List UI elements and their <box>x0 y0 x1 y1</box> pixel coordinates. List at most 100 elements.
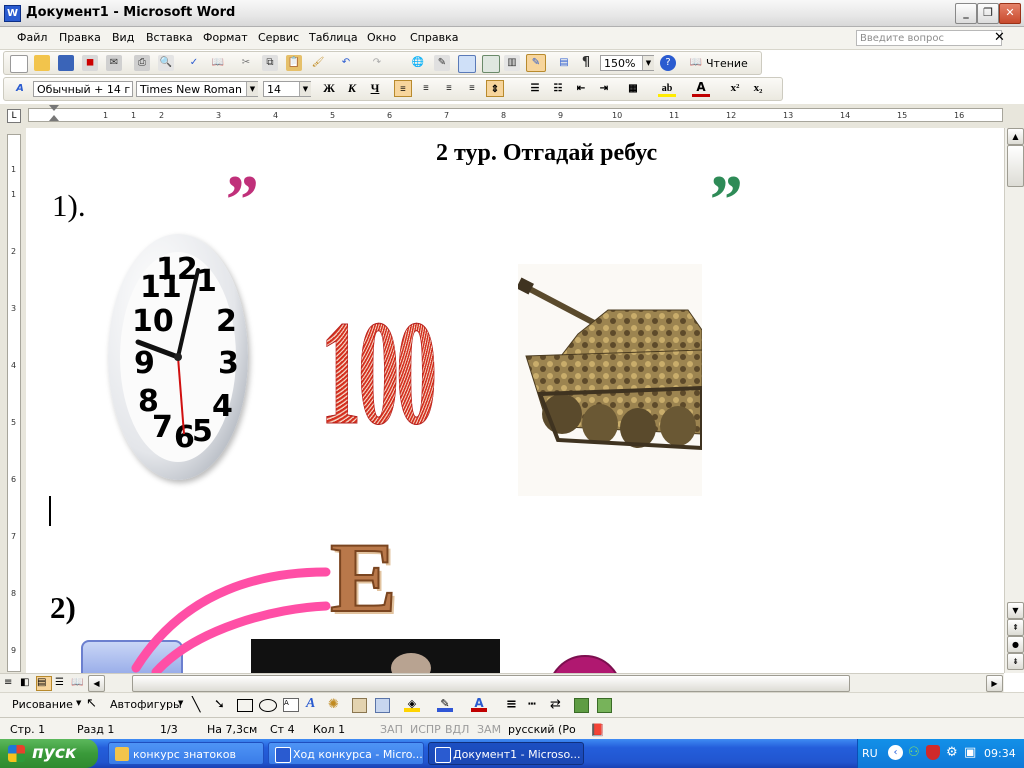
shadow-style-icon[interactable] <box>574 698 589 713</box>
restore-button[interactable]: ❐ <box>977 3 999 24</box>
copy-icon[interactable]: ⧉ <box>262 55 278 71</box>
menu-table[interactable]: Таблица <box>309 31 358 44</box>
status-record[interactable]: ЗАП <box>380 723 403 736</box>
highlight-button[interactable]: ab <box>658 80 676 97</box>
wordart-tool-icon[interactable]: A <box>306 696 315 712</box>
permission-icon[interactable]: ◼ <box>82 55 98 71</box>
drawing-toggle-icon[interactable]: ✎ <box>526 54 546 72</box>
scroll-left-icon[interactable]: ◀ <box>88 675 105 692</box>
ruler-strip[interactable]: 1 1 2 3 4 5 6 7 8 9 10 11 12 13 14 15 16 <box>28 105 1003 122</box>
open-icon[interactable] <box>34 55 50 71</box>
document-map-icon[interactable]: ▤ <box>556 55 572 71</box>
read-mode-icon[interactable]: 📖 <box>688 55 704 71</box>
align-right-button[interactable]: ≡ <box>440 80 458 97</box>
print-layout-icon[interactable]: ▤ <box>36 676 52 691</box>
select-objects-icon[interactable]: ↖ <box>86 696 97 711</box>
normal-view-icon[interactable]: ≡ <box>4 677 16 689</box>
research-icon[interactable]: 📖 <box>210 55 226 71</box>
scroll-thumb[interactable] <box>1007 145 1024 187</box>
status-track-changes[interactable]: ИСПР <box>410 723 441 736</box>
oval-tool-icon[interactable] <box>259 699 277 712</box>
cut-icon[interactable]: ✂ <box>238 55 254 71</box>
superscript-button[interactable]: x² <box>726 80 744 97</box>
document-page[interactable]: 2 тур. Отгадай ребус 1). ” ” 12 1 2 3 4 … <box>26 128 1004 673</box>
paste-icon[interactable]: 📋 <box>286 55 302 71</box>
status-extend[interactable]: ВДЛ <box>445 723 469 736</box>
style-select[interactable]: Обычный + 14 г <box>33 81 133 97</box>
select-browse-object-icon[interactable]: ● <box>1007 636 1024 653</box>
email-icon[interactable]: ✉ <box>106 55 122 71</box>
line-style-icon[interactable]: ≡ <box>506 697 517 712</box>
align-center-button[interactable]: ≡ <box>417 80 435 97</box>
language-indicator[interactable]: RU <box>862 747 878 760</box>
task-word-doc[interactable]: Ход конкурса - Micro... <box>268 742 424 765</box>
picture-tool-icon[interactable] <box>375 698 390 713</box>
size-dropdown-icon[interactable]: ▼ <box>299 82 311 96</box>
columns-icon[interactable]: ▥ <box>504 55 520 71</box>
font-select[interactable]: Times New Roman <box>136 81 258 97</box>
arrow-style-icon[interactable]: ⇄ <box>550 697 561 712</box>
autoshapes-button[interactable]: Автофигуры <box>110 698 182 711</box>
increase-indent-button[interactable]: ⇥ <box>595 80 613 97</box>
bullets-button[interactable]: ☷ <box>549 80 567 97</box>
arrow-tool-icon[interactable]: ➘ <box>214 697 225 712</box>
zoom-dropdown-icon[interactable]: ▼ <box>642 56 654 70</box>
3d-style-icon[interactable] <box>597 698 612 713</box>
tray-arrow-icon[interactable]: ‹ <box>888 745 903 760</box>
scroll-right-icon[interactable]: ▶ <box>986 675 1003 692</box>
display-icon[interactable]: ▣ <box>964 745 976 760</box>
menu-help[interactable]: Справка <box>410 31 458 44</box>
draw-menu-button[interactable]: Рисование <box>12 698 73 711</box>
menu-tools[interactable]: Сервис <box>258 31 299 44</box>
spelling-status-icon[interactable]: 📕 <box>590 723 605 737</box>
help-search-input[interactable]: Введите вопрос <box>856 30 1002 46</box>
menu-edit[interactable]: Правка <box>59 31 101 44</box>
rectangle-tool-icon[interactable] <box>237 699 253 712</box>
insert-excel-icon[interactable] <box>482 55 500 73</box>
justify-button[interactable]: ≡ <box>463 80 481 97</box>
new-document-icon[interactable] <box>10 55 28 73</box>
clock[interactable]: 09:34 <box>984 747 1016 760</box>
scroll-down-icon[interactable]: ▼ <box>1007 602 1024 619</box>
menu-file[interactable]: Файл <box>17 31 47 44</box>
close-button[interactable]: ✕ <box>999 3 1021 24</box>
subscript-button[interactable]: x₂ <box>749 80 767 97</box>
horizontal-scrollbar[interactable]: ≡ ◧ ▤ ☰ 📖 ◀ ▶ <box>0 673 1004 692</box>
undo-icon[interactable]: ↶ <box>338 55 354 71</box>
redo-icon[interactable]: ↷ <box>369 55 385 71</box>
diagram-tool-icon[interactable]: ✺ <box>328 697 339 712</box>
task-folder[interactable]: конкурс знатоков <box>108 742 264 765</box>
minimize-button[interactable]: _ <box>955 3 977 24</box>
save-icon[interactable] <box>58 55 74 71</box>
insert-table-icon[interactable] <box>458 55 476 73</box>
numbering-button[interactable]: ☰ <box>526 80 544 97</box>
font-dropdown-icon[interactable]: ▼ <box>246 82 258 96</box>
help-icon[interactable]: ? <box>660 55 676 71</box>
network-icon[interactable]: ⚇ <box>908 745 920 760</box>
menu-window[interactable]: Окно <box>367 31 396 44</box>
italic-button[interactable]: К <box>343 80 361 97</box>
web-view-icon[interactable]: ◧ <box>20 677 32 689</box>
security-shield-icon[interactable] <box>926 745 940 760</box>
status-overtype[interactable]: ЗАМ <box>477 723 501 736</box>
start-button[interactable]: пуск <box>0 739 98 768</box>
read-mode-button[interactable]: Чтение <box>706 57 748 70</box>
menu-insert[interactable]: Вставка <box>146 31 193 44</box>
print-icon[interactable]: ⎙ <box>134 55 150 71</box>
vertical-ruler-strip[interactable]: 1 1 2 3 4 5 6 7 8 9 <box>7 134 21 672</box>
clipart-tool-icon[interactable] <box>352 698 367 713</box>
task-active-document[interactable]: Документ1 - Microso... <box>428 742 584 765</box>
title-bar[interactable]: W Документ1 - Microsoft Word _ ❐ ✕ <box>0 0 1024 27</box>
spelling-icon[interactable]: ✓ <box>186 55 202 71</box>
menu-format[interactable]: Формат <box>203 31 248 44</box>
format-painter-icon[interactable]: 🖌 <box>310 55 326 71</box>
font-color-button[interactable]: A <box>692 80 710 97</box>
underline-button[interactable]: Ч <box>366 80 384 97</box>
next-page-icon[interactable]: ⇟ <box>1007 653 1024 670</box>
fill-color-icon[interactable]: ◈ <box>404 697 420 712</box>
styles-pane-icon[interactable]: A <box>12 81 28 97</box>
scroll-up-icon[interactable]: ▲ <box>1007 128 1024 145</box>
font-color-draw-icon[interactable]: A <box>471 696 487 712</box>
line-spacing-button[interactable]: ⇕ <box>486 80 504 97</box>
align-left-button[interactable]: ≡ <box>394 80 412 97</box>
